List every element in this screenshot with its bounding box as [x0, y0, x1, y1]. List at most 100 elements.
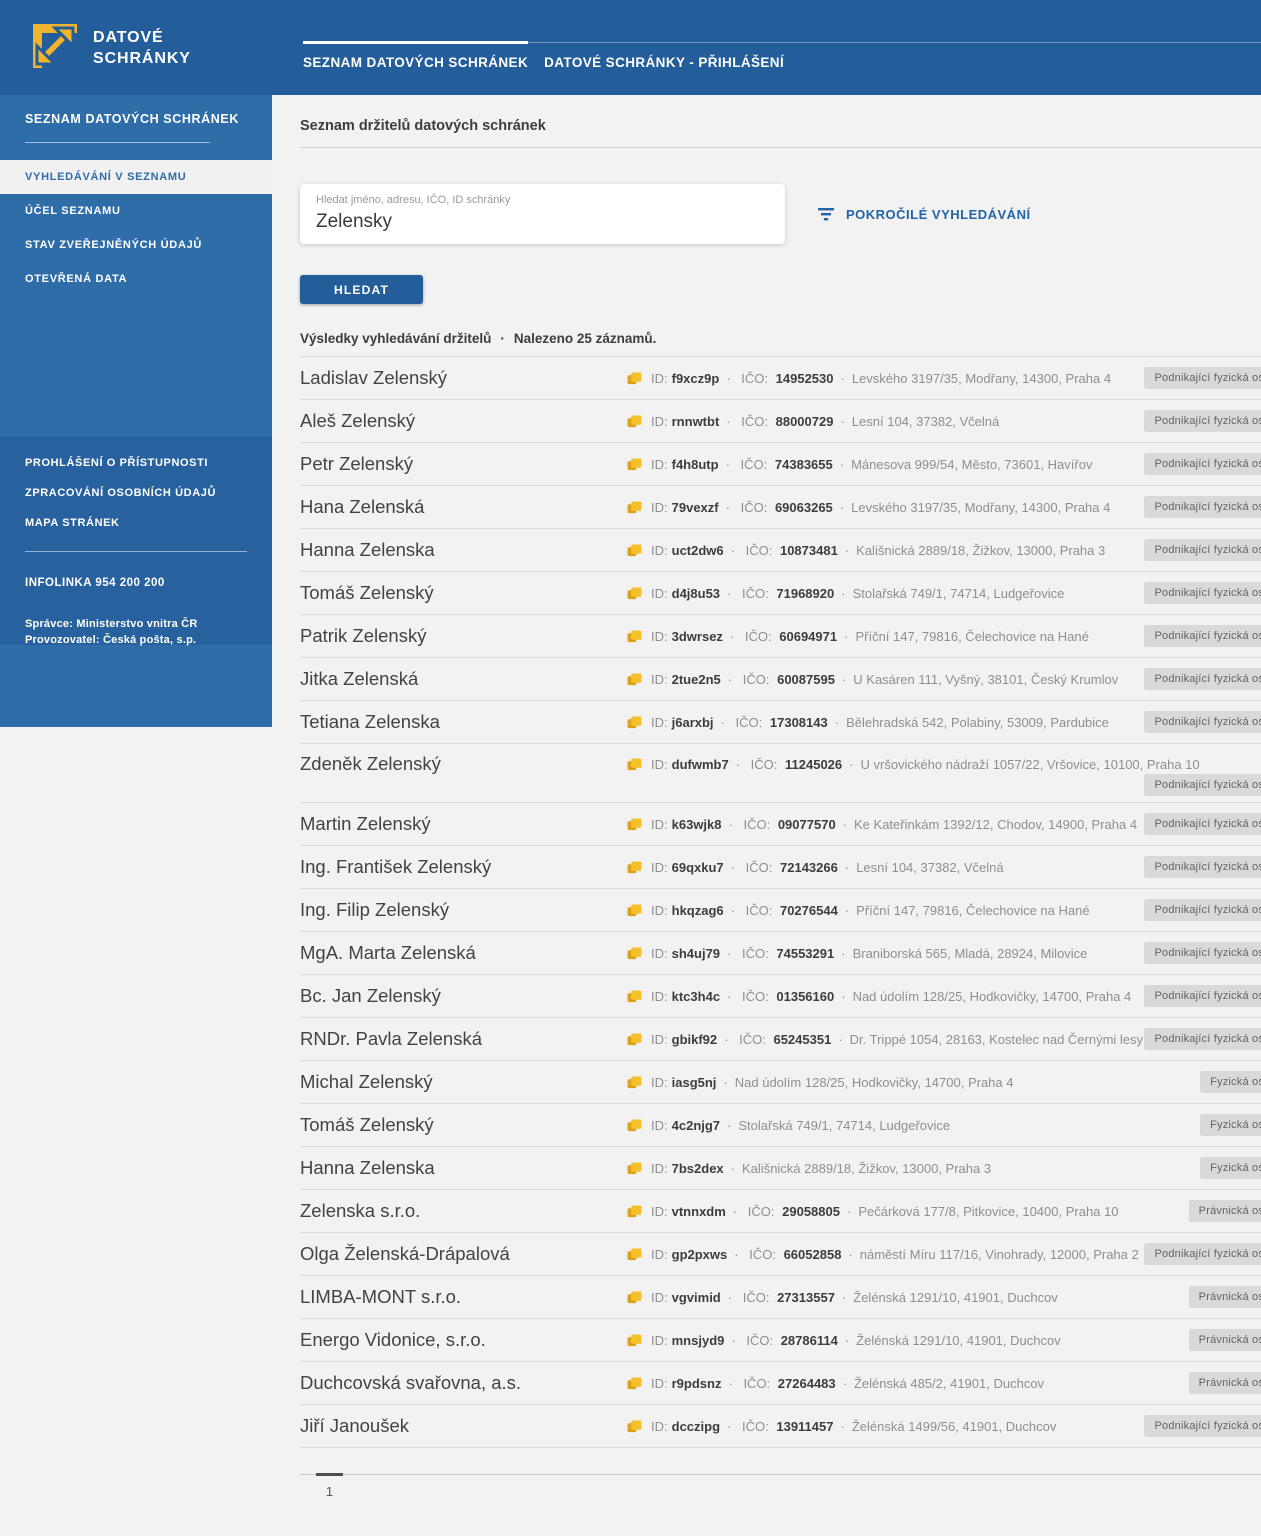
link-mapa-stranek[interactable]: MAPA STRÁNEK	[25, 517, 247, 529]
holder-details: ID: 69qxku7 · IČO: 72143266 · Lesní 104,…	[627, 860, 1004, 875]
databox-icon	[627, 415, 642, 428]
id-value: 3dwrsez	[672, 629, 723, 644]
separator-dot: ·	[731, 903, 735, 918]
logo[interactable]: DATOVÉ SCHRÁNKY	[30, 21, 191, 76]
holder-name: Hanna Zelenska	[300, 539, 627, 561]
entity-type-badge: Fyzická osoba	[1200, 1071, 1261, 1093]
holder-name: Ing. František Zelenský	[300, 856, 627, 878]
ico-group: · IČO: 71968920	[720, 586, 834, 601]
holder-name: Zdeněk Zelenský	[300, 753, 627, 775]
separator-dot: ·	[726, 371, 730, 386]
ico-group: · IČO: 88000729	[719, 414, 833, 429]
ico-value: 72143266	[780, 860, 838, 875]
sidebar-item-stav-zverejnenych-udaju[interactable]: STAV ZVEŘEJNĚNÝCH ÚDAJŮ	[0, 228, 272, 262]
pagination-active-indicator	[316, 1473, 343, 1476]
ico-group: · IČO: 69063265	[719, 500, 833, 515]
ico-value: 69063265	[775, 500, 833, 515]
id-label: ID:	[651, 586, 668, 601]
holder-address: Příční 147, 79816, Čelechovice na Hané	[855, 629, 1088, 644]
result-row[interactable]: Energo Vidonice, s.r.o. ID: mnsjyd9 · IČ…	[300, 1319, 1261, 1362]
id-label: ID:	[651, 1161, 668, 1176]
entity-type-badge: Podnikající fyzická osoba	[1144, 942, 1261, 964]
id-label: ID:	[651, 903, 668, 918]
datove-schranky-logo-icon	[30, 21, 80, 76]
holder-address: Ke Kateřinkám 1392/12, Chodov, 14900, Pr…	[854, 817, 1137, 832]
id-label: ID:	[651, 1290, 668, 1305]
holder-address: Želénská 485/2, 41901, Duchcov	[854, 1376, 1044, 1391]
holder-name: Duchcovská svařovna, a.s.	[300, 1372, 627, 1394]
holder-details: ID: d4j8u53 · IČO: 71968920 · Stolařská …	[627, 586, 1064, 601]
result-row[interactable]: Zelenska s.r.o. ID: vtnnxdm · IČO: 29058…	[300, 1190, 1261, 1233]
result-row[interactable]: Ing. Filip Zelenský ID: hkqzag6 · IČO: 7…	[300, 889, 1261, 932]
separator-dot: ·	[849, 757, 853, 772]
result-row[interactable]: Martin Zelenský ID: k63wjk8 · IČO: 09077…	[300, 803, 1261, 846]
result-row[interactable]: Hanna Zelenska ID: uct2dw6 · IČO: 108734…	[300, 529, 1261, 572]
ico-label: IČO:	[745, 629, 772, 644]
result-row[interactable]: Hana Zelenská ID: 79vexzf · IČO: 6906326…	[300, 486, 1261, 529]
separator-dot: ·	[842, 672, 846, 687]
result-row[interactable]: Tetiana Zelenska ID: j6arxbj · IČO: 1730…	[300, 701, 1261, 744]
pagination-page-1[interactable]: 1	[316, 1484, 343, 1499]
sidebar-item-otevrena-data[interactable]: OTEVŘENÁ DATA	[0, 262, 272, 296]
search-button[interactable]: HLEDAT	[300, 275, 423, 304]
results-list: Ladislav Zelenský ID: f9xcz9p · IČO: 149…	[300, 356, 1261, 1448]
sidebar-item-ucel-seznamu[interactable]: ÚČEL SEZNAMU	[0, 194, 272, 228]
link-zpracovani-osobnich-udaju[interactable]: ZPRACOVÁNÍ OSOBNÍCH ÚDAJŮ	[25, 487, 247, 499]
databox-icon	[627, 947, 642, 960]
result-row[interactable]: Olga Želenská-Drápalová ID: gp2pxws · IČ…	[300, 1233, 1261, 1276]
id-label: ID:	[651, 629, 668, 644]
separator-dot: ·	[841, 371, 845, 386]
separator-dot: ·	[841, 946, 845, 961]
result-row[interactable]: Michal Zelenský ID: iasg5nj · Nad údolím…	[300, 1061, 1261, 1104]
id-value: mnsjyd9	[672, 1333, 725, 1348]
databox-icon	[627, 1291, 642, 1304]
holder-details: ID: gp2pxws · IČO: 66052858 · náměstí Mí…	[627, 1247, 1139, 1262]
separator-dot: ·	[724, 1032, 728, 1047]
holder-address: Bělehradská 542, Polabiny, 53009, Pardub…	[846, 715, 1109, 730]
separator-dot: ·	[841, 586, 845, 601]
advanced-search-label: POKROČILÉ VYHLEDÁVÁNÍ	[846, 207, 1031, 222]
tab-datove-schranky-prihlaseni[interactable]: DATOVÉ SCHRÁNKY - PŘIHLÁŠENÍ	[544, 42, 784, 70]
entity-type-badge: Podnikající fyzická osoba	[1144, 1415, 1261, 1437]
result-row[interactable]: Bc. Jan Zelenský ID: ktc3h4c · IČO: 0135…	[300, 975, 1261, 1018]
separator-dot: ·	[845, 543, 849, 558]
holder-name: Tomáš Zelenský	[300, 582, 627, 604]
holder-address: Stolařská 749/1, 74714, Ludgeřovice	[738, 1118, 950, 1133]
holder-address: Želénská 1499/56, 41901, Duchcov	[852, 1419, 1057, 1434]
ico-value: 11245026	[785, 757, 842, 772]
tab-seznam-datovych-schranek[interactable]: SEZNAM DATOVÝCH SCHRÁNEK	[303, 42, 528, 70]
sidebar-item-vyhledavani-v-seznamu[interactable]: VYHLEDÁVÁNÍ V SEZNAMU	[0, 160, 272, 194]
result-row[interactable]: Zdeněk Zelenský ID: dufwmb7 · IČO: 11245…	[300, 744, 1261, 803]
result-row[interactable]: LIMBA-MONT s.r.o. ID: vgvimid · IČO: 273…	[300, 1276, 1261, 1319]
advanced-search-link[interactable]: POKROČILÉ VYHLEDÁVÁNÍ	[817, 207, 1031, 222]
id-value: 7bs2dex	[672, 1161, 724, 1176]
ico-label: IČO:	[748, 1204, 775, 1219]
ico-group: · IČO: 72143266	[724, 860, 838, 875]
result-row[interactable]: Patrik Zelenský ID: 3dwrsez · IČO: 60694…	[300, 615, 1261, 658]
result-row[interactable]: Ladislav Zelenský ID: f9xcz9p · IČO: 149…	[300, 357, 1261, 400]
id-label: ID:	[651, 860, 668, 875]
separator-dot: ·	[847, 1204, 851, 1219]
result-row[interactable]: MgA. Marta Zelenská ID: sh4uj79 · IČO: 7…	[300, 932, 1261, 975]
holder-name: Michal Zelenský	[300, 1071, 627, 1093]
result-row[interactable]: Duchcovská svařovna, a.s. ID: r9pdsnz · …	[300, 1362, 1261, 1405]
ico-group: · IČO: 65245351	[717, 1032, 831, 1047]
databox-icon	[627, 1076, 642, 1089]
sidebar-title-underline	[25, 142, 210, 143]
holder-address: Dr. Trippé 1054, 28163, Kostelec nad Čer…	[850, 1032, 1143, 1047]
separator-dot: ·	[842, 1290, 846, 1305]
result-row[interactable]: Tomáš Zelenský ID: d4j8u53 · IČO: 719689…	[300, 572, 1261, 615]
result-row[interactable]: Jiří Janoušek ID: dcczipg · IČO: 1391145…	[300, 1405, 1261, 1448]
databox-icon	[627, 372, 642, 385]
result-row[interactable]: Petr Zelenský ID: f4h8utp · IČO: 7438365…	[300, 443, 1261, 486]
result-row[interactable]: Tomáš Zelenský ID: 4c2njg7 · Stolařská 7…	[300, 1104, 1261, 1147]
result-row[interactable]: Aleš Zelenský ID: rnnwtbt · IČO: 8800072…	[300, 400, 1261, 443]
result-row[interactable]: Jitka Zelenská ID: 2tue2n5 · IČO: 600875…	[300, 658, 1261, 701]
result-row[interactable]: Hanna Zelenska ID: 7bs2dex · Kališnická …	[300, 1147, 1261, 1190]
result-row[interactable]: Ing. František Zelenský ID: 69qxku7 · IČ…	[300, 846, 1261, 889]
separator-dot: ·	[721, 715, 725, 730]
link-prohlaseni-o-pristupnosti[interactable]: PROHLÁŠENÍ O PŘÍSTUPNOSTI	[25, 457, 247, 469]
search-input[interactable]: Hledat jméno, adresu, IČO, ID schránky Z…	[300, 184, 785, 244]
results-summary-label: Výsledky vyhledávání držitelů	[300, 331, 491, 346]
result-row[interactable]: RNDr. Pavla Zelenská ID: gbikf92 · IČO: …	[300, 1018, 1261, 1061]
